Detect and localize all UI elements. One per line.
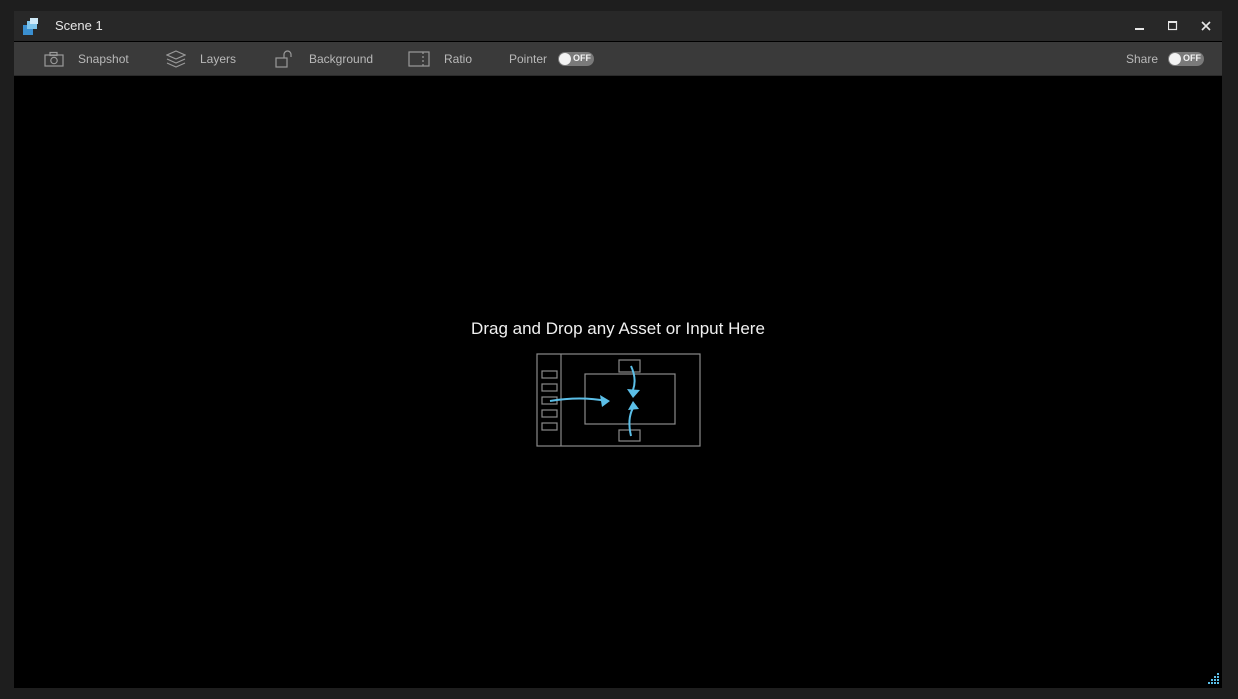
layers-label: Layers [200, 51, 237, 66]
maximize-button[interactable] [1162, 15, 1184, 37]
drag-drop-illustration-icon [536, 353, 701, 447]
ratio-label: Ratio [444, 51, 473, 66]
share-label: Share [1126, 51, 1159, 66]
resize-grip-icon[interactable] [1207, 673, 1219, 685]
close-icon [1201, 21, 1211, 31]
camera-icon [44, 51, 64, 67]
drop-instruction-text: Drag and Drop any Asset or Input Here [471, 319, 765, 338]
app-logo-icon [23, 18, 38, 35]
minimize-button[interactable] [1129, 15, 1151, 37]
close-button[interactable] [1195, 15, 1217, 37]
pointer-toggle-state: OFF [573, 53, 591, 63]
toolbar: Snapshot Layers Background Ratio Pointer… [14, 42, 1222, 76]
title-bar[interactable]: Scene 1 [14, 11, 1222, 41]
ratio-icon [408, 50, 430, 67]
scene-window: Scene 1 Snapshot Layers Background Ratio… [14, 11, 1222, 688]
share-label-item: Share [1126, 42, 1158, 75]
pointer-label-item: Pointer [509, 42, 547, 75]
share-toggle[interactable]: OFF [1168, 52, 1204, 66]
maximize-icon [1168, 21, 1178, 31]
share-toggle-knob [1169, 53, 1181, 65]
ratio-button[interactable]: Ratio [408, 42, 472, 75]
pointer-toggle-knob [559, 53, 571, 65]
background-button[interactable]: Background [275, 42, 373, 75]
pointer-toggle[interactable]: OFF [558, 52, 594, 66]
layers-button[interactable]: Layers [166, 42, 236, 75]
pointer-label: Pointer [509, 51, 548, 66]
snapshot-button[interactable]: Snapshot [44, 42, 129, 75]
unlock-icon [275, 49, 292, 68]
background-label: Background [309, 51, 374, 66]
share-toggle-state: OFF [1183, 53, 1201, 63]
layers-icon [166, 49, 186, 68]
window-title: Scene 1 [55, 18, 103, 33]
drop-zone[interactable]: Drag and Drop any Asset or Input Here [14, 76, 1222, 688]
minimize-icon [1135, 28, 1144, 30]
snapshot-label: Snapshot [78, 51, 129, 66]
